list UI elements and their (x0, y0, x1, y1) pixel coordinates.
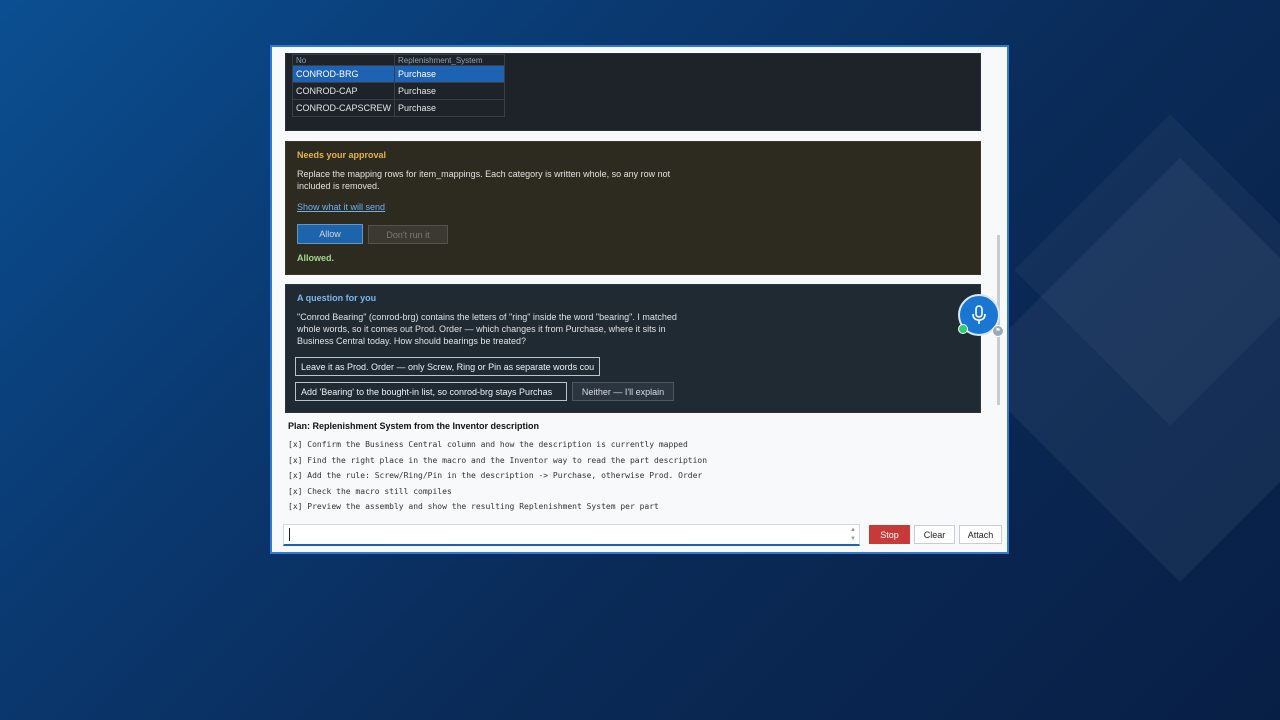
table-row[interactable]: CONROD-CAPSCREW Purchase (291, 99, 506, 117)
question-title: A question for you (297, 293, 377, 303)
table-cell-no: CONROD-BRG (291, 65, 396, 83)
result-table: No Replenishment_System CONROD-BRG Purch… (291, 54, 506, 117)
allow-button[interactable]: Allow (297, 224, 363, 244)
column-header: Replenishment_System (394, 54, 506, 66)
table-cell-system: Purchase (394, 99, 506, 117)
table-cell-system: Purchase (394, 65, 506, 83)
plan-item: [x] Add the rule: Screw/Ring/Pin in the … (288, 471, 703, 480)
plan-item: [x] Find the right place in the macro an… (288, 455, 708, 465)
column-header: No (291, 54, 396, 66)
table-cell-system: Purchase (394, 82, 506, 100)
stop-button[interactable]: Stop (869, 525, 910, 544)
result-table-panel: No Replenishment_System CONROD-BRG Purch… (285, 53, 981, 131)
assistant-window: No Replenishment_System CONROD-BRG Purch… (270, 45, 1009, 554)
approval-panel: Needs your approval Replace the mapping … (285, 141, 981, 275)
plan-title: Plan: Replenishment System from the Inve… (288, 421, 540, 431)
badge-icon: ⚑ (992, 325, 1004, 337)
clear-button[interactable]: Clear (914, 525, 955, 544)
input-spinner-icon[interactable]: ▲ ▼ (850, 526, 856, 544)
plan-item: [x] Preview the assembly and show the re… (288, 502, 659, 511)
show-what-it-will-send-link[interactable]: Show what it will send (297, 202, 385, 212)
question-text: "Conrod Bearing" (conrod-brg) contains t… (297, 312, 677, 346)
dont-run-button[interactable]: Don't run it (368, 225, 448, 244)
table-cell-no: CONROD-CAP (291, 82, 396, 100)
table-row[interactable]: CONROD-BRG Purchase (291, 65, 506, 83)
answer-option-button[interactable]: Leave it as Prod. Order — only Screw, Ri… (295, 357, 600, 376)
plan-section: Plan: Replenishment System from the Inve… (288, 421, 978, 515)
plan-item: [x] Confirm the Business Central column … (288, 440, 688, 449)
message-input[interactable]: ▲ ▼ (283, 524, 860, 546)
approval-status: Allowed. (297, 253, 335, 263)
attach-button[interactable]: Attach (959, 525, 1002, 544)
table-header-row: No Replenishment_System (291, 54, 506, 66)
background-decoration (967, 157, 1280, 583)
approval-text: Replace the mapping rows for item_mappin… (297, 169, 671, 191)
answer-option-button[interactable]: Neither — I'll explain (572, 382, 674, 401)
answer-option-button[interactable]: Add 'Bearing' to the bought-in list, so … (295, 382, 567, 401)
microphone-icon (972, 305, 986, 324)
approval-title: Needs your approval (297, 150, 387, 160)
table-row[interactable]: CONROD-CAP Purchase (291, 82, 506, 100)
text-caret (289, 528, 290, 541)
table-cell-no: CONROD-CAPSCREW (291, 99, 396, 117)
plan-item: [x] Check the macro still compiles (288, 486, 452, 496)
status-dot (958, 324, 968, 334)
question-panel: A question for you "Conrod Bearing" (con… (285, 284, 981, 413)
